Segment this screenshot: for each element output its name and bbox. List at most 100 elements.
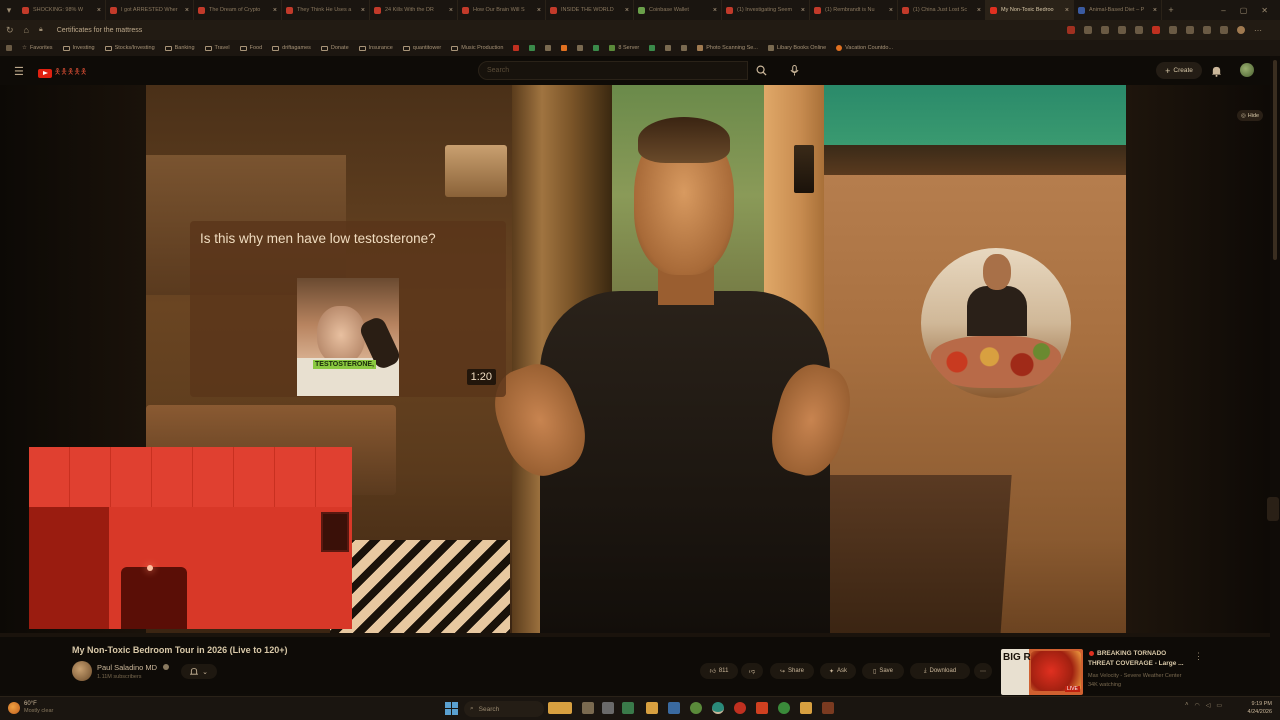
more-options-icon[interactable]: ⋮ [1194,651,1203,662]
info-card-overlay[interactable]: Is this why men have low testosterone? T… [190,221,506,397]
video-player[interactable]: Is this why men have low testosterone? T… [0,85,1270,637]
channel-name[interactable]: Paul Saladino MD [97,663,157,672]
close-tab-icon[interactable]: × [97,7,101,14]
taskbar-app-icon[interactable] [622,702,634,714]
bookmark-icon[interactable] [577,45,584,51]
close-tab-icon[interactable]: × [361,7,365,14]
create-button[interactable]: + Create [1156,62,1202,79]
task-view-icon[interactable] [582,702,594,714]
extension-icon[interactable] [1067,26,1075,34]
tab-actions-icon[interactable]: ▾ [0,0,18,20]
favorite-folder[interactable]: quantitower [402,45,441,51]
bookmark-icon[interactable] [681,45,688,51]
browser-tab[interactable]: How Our Brain Will S × [458,0,546,20]
favorite-folder[interactable]: Food [239,45,262,51]
close-tab-icon[interactable]: × [185,7,189,14]
close-tab-icon[interactable]: × [713,7,717,14]
windows-start-icon[interactable] [445,702,458,715]
favorite-item[interactable]: Vacation Countdo... [836,45,893,51]
share-button[interactable]: ↪ Share [770,663,814,679]
bookmark-icon[interactable] [649,45,656,51]
notifications-button[interactable] [1211,64,1225,78]
close-tab-icon[interactable]: × [1153,7,1157,14]
taskbar-app-icon[interactable] [822,702,834,714]
favorite-item[interactable]: Photo Scanning Se... [697,45,758,51]
close-tab-icon[interactable]: × [1065,7,1069,14]
weather-widget[interactable]: 60°F Mostly clear [8,701,53,715]
extension-icon[interactable] [1152,26,1160,34]
taskbar-app-icon[interactable] [690,702,702,714]
recommended-video-thumbnail[interactable]: BIG RISK LIVE [1001,649,1083,695]
download-button[interactable]: ⤓ Download [910,663,970,679]
account-avatar[interactable] [1240,63,1254,77]
favorites-toggle-icon[interactable] [6,45,12,51]
favorite-item[interactable]: Libary Books Online [767,45,826,51]
new-tab-button[interactable]: + [1162,0,1180,20]
recommended-video-title[interactable]: BREAKING TORNADO THREAT COVERAGE - Large… [1088,649,1188,669]
extension-icon[interactable] [1169,26,1177,34]
subscription-bell-button[interactable]: ⌄ [181,664,217,679]
bookmark-icon[interactable] [593,45,600,51]
taskbar-app-icon[interactable] [548,702,572,714]
maximize-icon[interactable]: ▢ [1240,6,1248,15]
favorite-folder[interactable]: Insurance [358,45,393,51]
favorite-folder[interactable]: Travel [204,45,230,51]
channel-avatar[interactable] [72,661,92,681]
extension-icon[interactable] [1135,26,1143,34]
close-window-icon[interactable]: ✕ [1261,6,1268,15]
like-button[interactable]: 👍︎ 811 [700,663,738,679]
search-button[interactable] [748,61,774,80]
extension-icon[interactable] [1084,26,1092,34]
taskbar-clock[interactable]: 9:19 PM 4/24/2026 [1240,700,1272,716]
side-panel-widget[interactable] [1267,497,1279,521]
favorite-folder[interactable]: driftagames [272,45,311,51]
browser-tab[interactable]: They Think He Uses a × [282,0,370,20]
close-tab-icon[interactable]: × [889,7,893,14]
voice-search-button[interactable] [784,61,804,80]
browser-tab[interactable]: Coinbase Wallet × [634,0,722,20]
volume-icon[interactable]: ◁ [1206,702,1211,709]
settings-app-icon[interactable] [602,702,614,714]
battery-icon[interactable]: ▭ [1216,702,1222,709]
url-field[interactable]: Certificates for the mattress [57,27,143,34]
home-icon[interactable]: ⌂ [24,25,29,35]
search-input[interactable]: Search [478,61,748,80]
firefox-icon[interactable] [734,702,746,714]
browser-tab[interactable]: Animal-Based Diet – P × [1074,0,1162,20]
minimize-icon[interactable]: – [1221,6,1225,15]
menu-icon[interactable]: ☰ [14,65,24,78]
extension-icon[interactable] [1186,26,1194,34]
edge-browser-icon[interactable] [712,702,724,714]
taskbar-app-icon[interactable] [800,702,812,714]
close-tab-icon[interactable]: × [977,7,981,14]
profile-icon[interactable] [1237,26,1245,34]
hide-button[interactable]: ◎ Hide [1237,110,1263,121]
more-actions-button[interactable]: ⋯ [974,663,992,679]
close-tab-icon[interactable]: × [273,7,277,14]
xbox-icon[interactable] [778,702,790,714]
extension-icon[interactable] [1101,26,1109,34]
scrollbar-thumb[interactable] [1273,60,1277,260]
close-tab-icon[interactable]: × [625,7,629,14]
bookmark-icon[interactable] [545,45,552,51]
extension-icon[interactable] [1118,26,1126,34]
close-tab-icon[interactable]: × [537,7,541,14]
taskbar-search[interactable]: ⌕ Search [464,701,544,717]
chevron-up-icon[interactable]: ˄ [1185,702,1189,709]
favorite-folder[interactable]: Donate [320,45,349,51]
favorite-folder[interactable]: Stocks/Investing [104,45,155,51]
favorite-folder[interactable]: Music Production [451,45,503,51]
refresh-icon[interactable]: ↻ [6,25,14,36]
wifi-icon[interactable]: ◠ [1195,702,1200,709]
browser-tab-active[interactable]: My Non-Toxic Bedroo × [986,0,1074,20]
browser-tab[interactable]: (1) Investigating Seem × [722,0,810,20]
close-tab-icon[interactable]: × [449,7,453,14]
browser-tab[interactable]: SHOCKING: 98% W × [18,0,106,20]
dislike-button[interactable]: 👎︎ [741,663,763,679]
page-scrollbar[interactable] [1270,56,1280,694]
browser-tab[interactable]: 24 Kills With the DR × [370,0,458,20]
extension-icon[interactable] [1203,26,1211,34]
info-card-thumbnail[interactable]: TESTOSTERONE, [297,278,399,396]
bookmark-icon[interactable] [561,45,568,51]
recommended-channel-name[interactable]: Max Velocity - Severe Weather Center [1088,673,1181,679]
